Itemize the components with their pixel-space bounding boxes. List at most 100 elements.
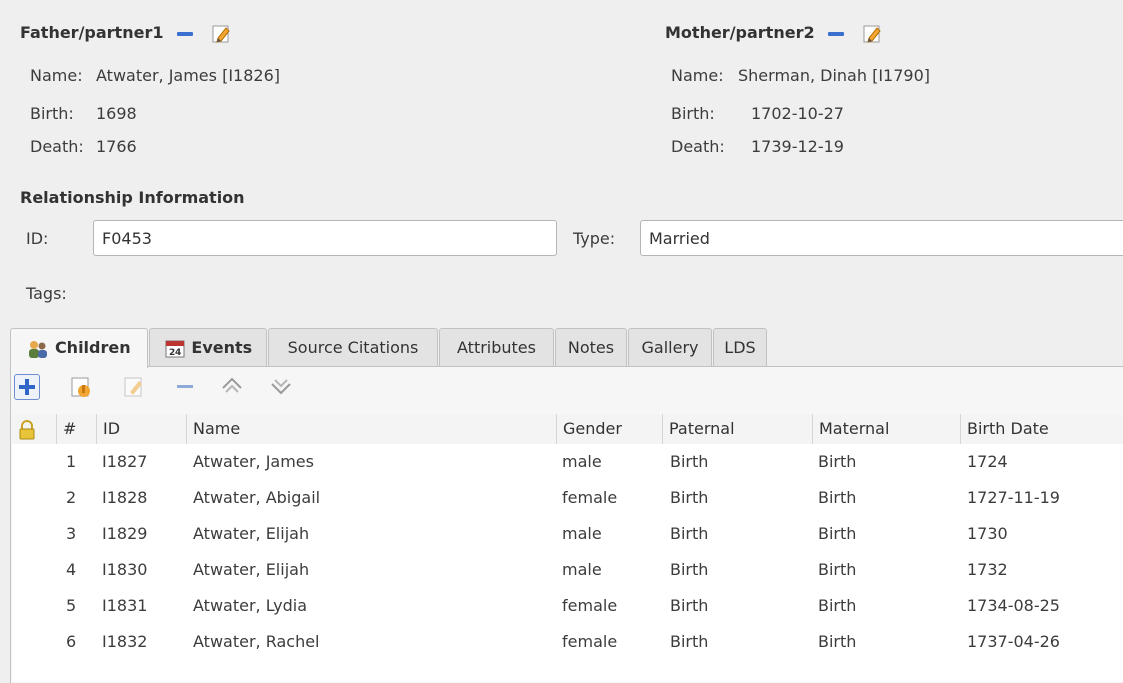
table-row[interactable]: 3 I1829 Atwater, Elijah male Birth Birth 1730 bbox=[12, 516, 1123, 552]
table-header: # ID Name Gender Paternal Maternal Birth… bbox=[12, 414, 1123, 445]
cell-id: I1827 bbox=[102, 452, 148, 471]
col-header-id[interactable]: ID bbox=[96, 414, 186, 444]
edit-mother-icon[interactable] bbox=[862, 23, 884, 45]
cell-maternal: Birth bbox=[818, 488, 857, 507]
share-existing-icon[interactable] bbox=[68, 374, 94, 400]
cell-gender: female bbox=[562, 596, 618, 615]
remove-mother-icon[interactable] bbox=[828, 31, 845, 36]
move-up-icon[interactable] bbox=[219, 374, 245, 400]
mother-header-label: Mother/partner2 bbox=[665, 23, 815, 42]
cell-id: I1829 bbox=[102, 524, 148, 543]
cell-birth-date: 1737-04-26 bbox=[967, 632, 1060, 651]
svg-text:4: 4 bbox=[175, 348, 181, 358]
cell-maternal: Birth bbox=[818, 524, 857, 543]
cell-gender: female bbox=[562, 632, 618, 651]
cell-maternal: Birth bbox=[818, 560, 857, 579]
col-header-maternal[interactable]: Maternal bbox=[812, 414, 960, 444]
tab-notes[interactable]: Notes bbox=[555, 328, 627, 366]
tab-gallery[interactable]: Gallery bbox=[628, 328, 712, 366]
tab-events-label: Events bbox=[191, 338, 253, 357]
cell-maternal: Birth bbox=[818, 632, 857, 651]
cell-paternal: Birth bbox=[670, 560, 709, 579]
mother-death-label: Death: bbox=[671, 137, 725, 156]
mother-death: 1739-12-19 bbox=[751, 137, 844, 156]
cell-id: I1830 bbox=[102, 560, 148, 579]
col-header-gender[interactable]: Gender bbox=[556, 414, 662, 444]
remove-icon[interactable] bbox=[172, 374, 198, 400]
cell-gender: male bbox=[562, 524, 602, 543]
cell-num: 4 bbox=[66, 560, 77, 579]
tab-lds[interactable]: LDS bbox=[713, 328, 767, 366]
cell-id: I1831 bbox=[102, 596, 148, 615]
id-label: ID: bbox=[26, 229, 49, 248]
mother-birth-label: Birth: bbox=[671, 104, 715, 123]
table-row[interactable]: 6 I1832 Atwater, Rachel female Birth Birth 173… bbox=[12, 624, 1123, 660]
mother-header: Mother/partner2 bbox=[665, 20, 884, 46]
lock-icon bbox=[19, 419, 35, 439]
cell-num: 2 bbox=[66, 488, 77, 507]
cell-num: 5 bbox=[66, 596, 77, 615]
cell-num: 3 bbox=[66, 524, 77, 543]
cell-name: Atwater, Lydia bbox=[193, 596, 308, 615]
cell-birth-date: 1727-11-19 bbox=[967, 488, 1060, 507]
cell-birth-date: 1732 bbox=[967, 560, 1008, 579]
table-row[interactable]: 2 I1828 Atwater, Abigail female Birth Birth 17… bbox=[12, 480, 1123, 516]
tab-children[interactable]: Children bbox=[10, 328, 148, 368]
edit-father-icon[interactable] bbox=[211, 23, 233, 45]
cell-maternal: Birth bbox=[818, 596, 857, 615]
col-header-name[interactable]: Name bbox=[186, 414, 556, 444]
table-row[interactable]: 5 I1831 Atwater, Lydia female Birth Birth 1734… bbox=[12, 588, 1123, 624]
cell-gender: male bbox=[562, 452, 602, 471]
cell-gender: female bbox=[562, 488, 618, 507]
cell-paternal: Birth bbox=[670, 632, 709, 651]
father-name-label: Name: bbox=[30, 66, 83, 85]
edit-child-icon[interactable] bbox=[122, 374, 148, 400]
id-input[interactable]: F0453 bbox=[93, 220, 557, 256]
cell-birth-date: 1730 bbox=[967, 524, 1008, 543]
cell-maternal: Birth bbox=[818, 452, 857, 471]
col-header-num[interactable]: # bbox=[56, 414, 96, 444]
tab-events[interactable]: 24 Events bbox=[149, 328, 267, 366]
relationship-header: Relationship Information bbox=[20, 188, 245, 207]
table-row[interactable]: 4 I1830 Atwater, Elijah male Birth Birth 1732 bbox=[12, 552, 1123, 588]
father-birth-label: Birth: bbox=[30, 104, 74, 123]
father-death-label: Death: bbox=[30, 137, 84, 156]
cell-num: 6 bbox=[66, 632, 77, 651]
cell-paternal: Birth bbox=[670, 488, 709, 507]
cell-birth-date: 1734-08-25 bbox=[967, 596, 1060, 615]
cell-name: Atwater, Elijah bbox=[193, 560, 310, 579]
tags-label[interactable]: Tags: bbox=[26, 281, 67, 307]
type-label: Type: bbox=[573, 229, 616, 248]
father-death: 1766 bbox=[96, 137, 137, 156]
children-icon bbox=[29, 340, 48, 358]
cell-paternal: Birth bbox=[670, 452, 709, 471]
cell-birth-date: 1724 bbox=[967, 452, 1008, 471]
father-header-label: Father/partner1 bbox=[20, 23, 164, 42]
mother-birth: 1702-10-27 bbox=[751, 104, 844, 123]
father-birth: 1698 bbox=[96, 104, 137, 123]
tab-source-citations[interactable]: Source Citations bbox=[268, 328, 438, 366]
table-row[interactable]: 1 I1827 Atwater, James male Birth Birth 1724 bbox=[12, 444, 1123, 480]
cell-name: Atwater, Rachel bbox=[193, 632, 320, 651]
type-combo[interactable]: Married bbox=[640, 220, 1123, 256]
tab-attributes[interactable]: Attributes bbox=[439, 328, 554, 366]
col-header-birth-date[interactable]: Birth Date bbox=[960, 414, 1123, 444]
cell-gender: male bbox=[562, 560, 602, 579]
cell-name: Atwater, Abigail bbox=[193, 488, 321, 507]
father-name: Atwater, James [I1826] bbox=[96, 66, 280, 85]
cell-paternal: Birth bbox=[670, 596, 709, 615]
mother-name: Sherman, Dinah [I1790] bbox=[738, 66, 930, 85]
add-icon[interactable] bbox=[14, 374, 40, 400]
cell-id: I1832 bbox=[102, 632, 148, 651]
cell-name: Atwater, James bbox=[193, 452, 314, 471]
children-table: 1 I1827 Atwater, James male Birth Birth 1724 2 I… bbox=[12, 444, 1123, 682]
move-down-icon[interactable] bbox=[268, 374, 294, 400]
cell-num: 1 bbox=[66, 452, 77, 471]
col-header-paternal[interactable]: Paternal bbox=[662, 414, 812, 444]
father-header: Father/partner1 bbox=[20, 20, 233, 46]
remove-father-icon[interactable] bbox=[177, 31, 194, 36]
cell-id: I1828 bbox=[102, 488, 148, 507]
private-column-header[interactable] bbox=[12, 414, 56, 444]
cell-name: Atwater, Elijah bbox=[193, 524, 310, 543]
events-icon: 24 bbox=[165, 340, 185, 358]
